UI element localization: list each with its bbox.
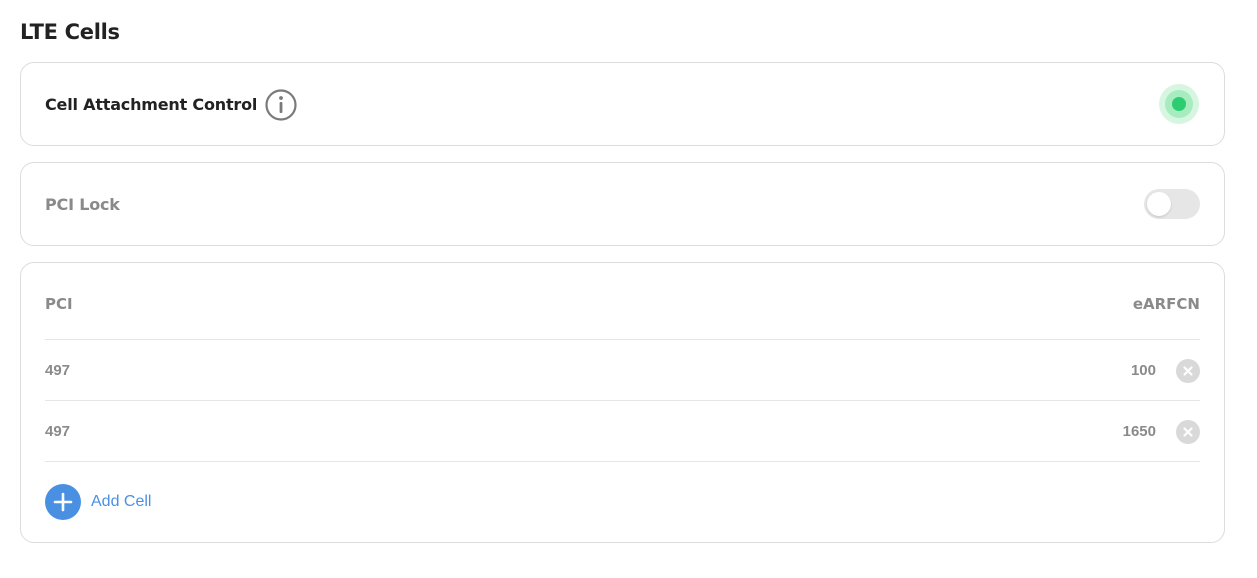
pci-lock-toggle[interactable] [1144, 189, 1200, 219]
info-circle-icon[interactable] [264, 88, 298, 122]
plus-circle-icon [45, 484, 81, 520]
toggle-knob [1147, 192, 1171, 216]
column-header-earfcn: eARFCN [1132, 295, 1200, 313]
remove-cell-button[interactable] [1176, 420, 1200, 444]
pci-value: 497 [45, 423, 71, 440]
attachment-status-indicator [1159, 84, 1199, 124]
cells-table-card: PCI eARFCN 497 100 497 1650 Add Cell [20, 262, 1225, 543]
table-header: PCI eARFCN [45, 295, 1200, 315]
pci-lock-card: PCI Lock [20, 162, 1225, 246]
add-cell-button[interactable]: Add Cell [45, 484, 151, 520]
pci-value: 497 [45, 362, 71, 379]
cell-attachment-control-label: Cell Attachment Control [45, 95, 258, 114]
add-cell-label: Add Cell [91, 493, 152, 510]
status-dot [1172, 97, 1186, 111]
close-circle-icon [1183, 427, 1193, 437]
pci-lock-label: PCI Lock [45, 195, 120, 214]
section-title: LTE Cells [20, 20, 120, 44]
status-indicator-ring [1165, 90, 1193, 118]
cell-attachment-control-card: Cell Attachment Control [20, 62, 1225, 146]
earfcn-value: 1650 [1122, 423, 1156, 440]
table-divider [45, 461, 1200, 462]
close-circle-icon [1183, 366, 1193, 376]
table-row: 497 1650 [45, 401, 1200, 461]
lte-cells-page: LTE Cells Cell Attachment Control PCI Lo… [0, 0, 1257, 578]
remove-cell-button[interactable] [1176, 359, 1200, 383]
earfcn-value: 100 [1130, 362, 1156, 379]
column-header-pci: PCI [45, 295, 73, 313]
table-row: 497 100 [45, 340, 1200, 400]
